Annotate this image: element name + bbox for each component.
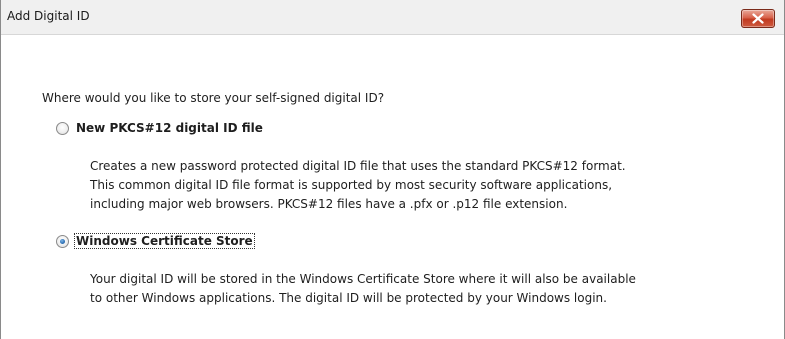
description-line: Your digital ID will be stored in the Wi… (90, 272, 636, 286)
option-pkcs12-label[interactable]: New PKCS#12 digital ID file (75, 121, 264, 135)
option-pkcs12-file[interactable]: New PKCS#12 digital ID file (56, 121, 264, 135)
close-icon (752, 13, 764, 24)
option-pkcs12-description: Creates a new password protected digital… (90, 157, 730, 214)
title-bar: Add Digital ID (1, 0, 784, 35)
option-windows-store-label[interactable]: Windows Certificate Store (74, 233, 255, 249)
store-question: Where would you like to store your self-… (42, 91, 385, 105)
add-digital-id-dialog: Add Digital ID Where would you like to s… (0, 0, 785, 339)
radio-windows-certificate-store[interactable] (56, 234, 69, 248)
window-title: Add Digital ID (7, 9, 90, 23)
description-line: including major web browsers. PKCS#12 fi… (90, 197, 568, 211)
close-button[interactable] (741, 9, 775, 28)
description-line: Creates a new password protected digital… (90, 159, 626, 173)
description-line: This common digital ID file format is su… (90, 178, 613, 192)
description-line: to other Windows applications. The digit… (90, 291, 607, 305)
option-windows-certificate-store[interactable]: Windows Certificate Store (56, 233, 255, 249)
option-windows-store-description: Your digital ID will be stored in the Wi… (90, 270, 730, 308)
radio-pkcs12-file[interactable] (56, 121, 69, 135)
